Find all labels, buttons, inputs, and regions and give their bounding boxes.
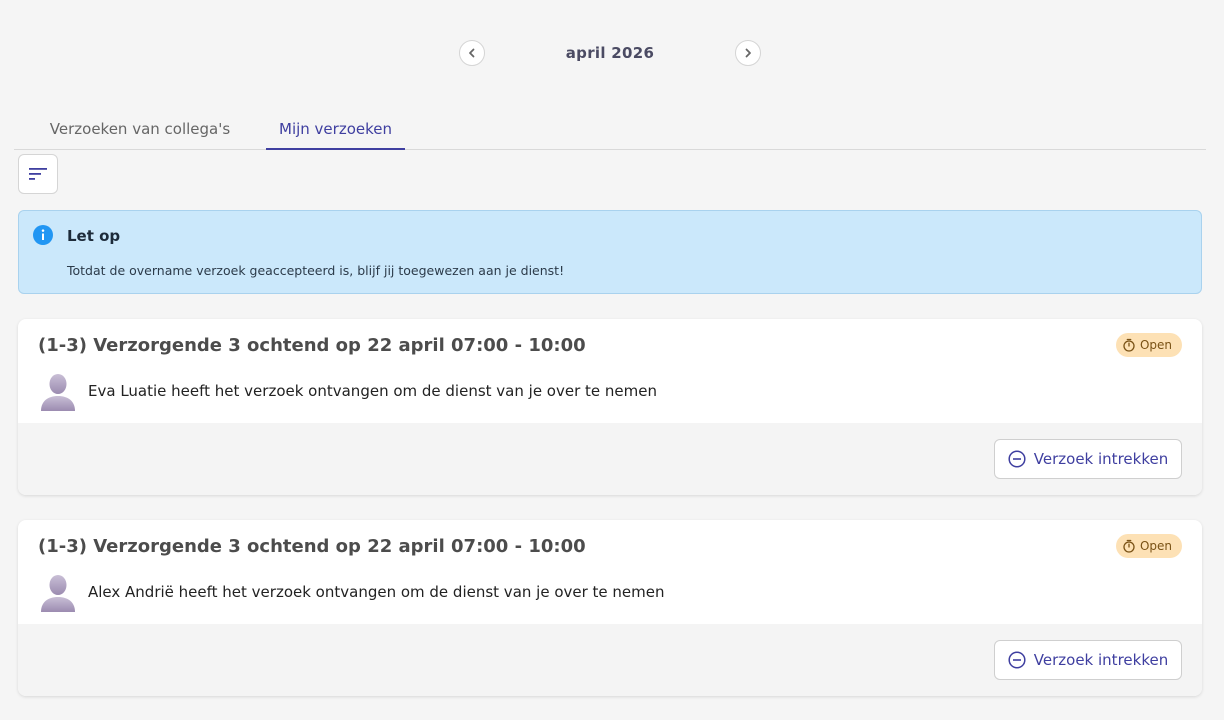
alert-title: Let op (67, 227, 121, 245)
tab-colleague-requests[interactable]: Verzoeken van collega's (42, 108, 238, 150)
info-icon (33, 225, 53, 245)
status-badge: Open (1115, 534, 1182, 558)
sort-icon (29, 168, 47, 180)
avatar (41, 374, 75, 411)
request-tabs: Verzoeken van collega's Mijn verzoeken (14, 108, 1206, 150)
tab-my-requests[interactable]: Mijn verzoeken (266, 108, 405, 150)
avatar (41, 575, 75, 612)
withdraw-request-button[interactable]: Verzoek intrekken (994, 640, 1182, 680)
month-navigator: april 2026 (0, 38, 1224, 68)
request-message: Eva Luatie heeft het verzoek ontvangen o… (88, 382, 657, 400)
request-card: (1-3) Verzorgende 3 ochtend op 22 april … (18, 319, 1202, 495)
request-title: (1-3) Verzorgende 3 ochtend op 22 april … (38, 536, 586, 557)
status-label: Open (1139, 338, 1172, 352)
chevron-right-icon (745, 48, 751, 58)
timer-icon (1123, 539, 1135, 553)
minus-circle-icon (1008, 450, 1026, 468)
request-card: (1-3) Verzorgende 3 ochtend op 22 april … (18, 520, 1202, 696)
withdraw-request-button[interactable]: Verzoek intrekken (994, 439, 1182, 479)
month-label: april 2026 (565, 44, 655, 62)
info-alert: Let op Totdat de overname verzoek geacce… (18, 210, 1202, 294)
status-badge: Open (1115, 333, 1182, 357)
request-message: Alex Andrië heeft het verzoek ontvangen … (88, 583, 665, 601)
status-label: Open (1139, 539, 1172, 553)
withdraw-button-label: Verzoek intrekken (1033, 651, 1169, 669)
card-footer: Verzoek intrekken (18, 624, 1202, 696)
withdraw-button-label: Verzoek intrekken (1033, 450, 1169, 468)
card-footer: Verzoek intrekken (18, 423, 1202, 495)
alert-text: Totdat de overname verzoek geaccepteerd … (67, 263, 565, 278)
sort-button[interactable] (18, 154, 58, 194)
request-title: (1-3) Verzorgende 3 ochtend op 22 april … (38, 335, 586, 356)
timer-icon (1123, 338, 1135, 352)
minus-circle-icon (1008, 651, 1026, 669)
next-month-button[interactable] (735, 40, 761, 66)
